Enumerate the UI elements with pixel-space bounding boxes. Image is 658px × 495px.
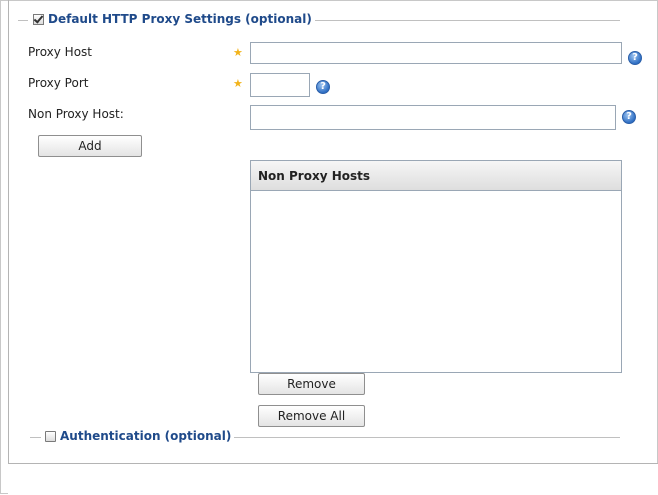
proxy-port-label: Proxy Port bbox=[28, 76, 89, 90]
non-proxy-hosts-header: Non Proxy Hosts bbox=[251, 161, 621, 191]
required-star-icon: ★ bbox=[233, 46, 243, 59]
proxy-section-checkbox[interactable] bbox=[33, 13, 44, 25]
non-proxy-host-label: Non Proxy Host: bbox=[28, 107, 124, 121]
panel-left-border bbox=[8, 0, 9, 494]
proxy-fieldset-border-left bbox=[18, 20, 28, 21]
help-icon[interactable]: ? bbox=[628, 51, 642, 65]
non-proxy-host-input[interactable] bbox=[250, 105, 616, 130]
add-button[interactable]: Add bbox=[38, 135, 142, 157]
proxy-host-label: Proxy Host bbox=[28, 45, 93, 59]
proxy-section-legend[interactable]: Default HTTP Proxy Settings (optional) bbox=[30, 12, 315, 26]
auth-section-checkbox[interactable] bbox=[45, 430, 56, 442]
auth-section-legend[interactable]: Authentication (optional) bbox=[42, 429, 235, 443]
panel-bottom-border bbox=[8, 463, 658, 495]
proxy-fieldset-border-right bbox=[300, 20, 620, 21]
non-proxy-hosts-list[interactable]: Non Proxy Hosts bbox=[250, 160, 622, 373]
auth-section-title: Authentication (optional) bbox=[60, 429, 232, 443]
proxy-port-input[interactable] bbox=[250, 73, 310, 97]
help-icon[interactable]: ? bbox=[316, 80, 330, 94]
auth-fieldset-border-left bbox=[30, 437, 41, 438]
remove-all-button[interactable]: Remove All bbox=[258, 405, 365, 427]
proxy-host-input[interactable] bbox=[250, 42, 622, 64]
remove-button[interactable]: Remove bbox=[258, 373, 365, 395]
help-icon[interactable]: ? bbox=[622, 110, 636, 124]
proxy-section-title: Default HTTP Proxy Settings (optional) bbox=[48, 12, 312, 26]
auth-fieldset-border-right bbox=[228, 437, 620, 438]
required-star-icon: ★ bbox=[233, 77, 243, 90]
